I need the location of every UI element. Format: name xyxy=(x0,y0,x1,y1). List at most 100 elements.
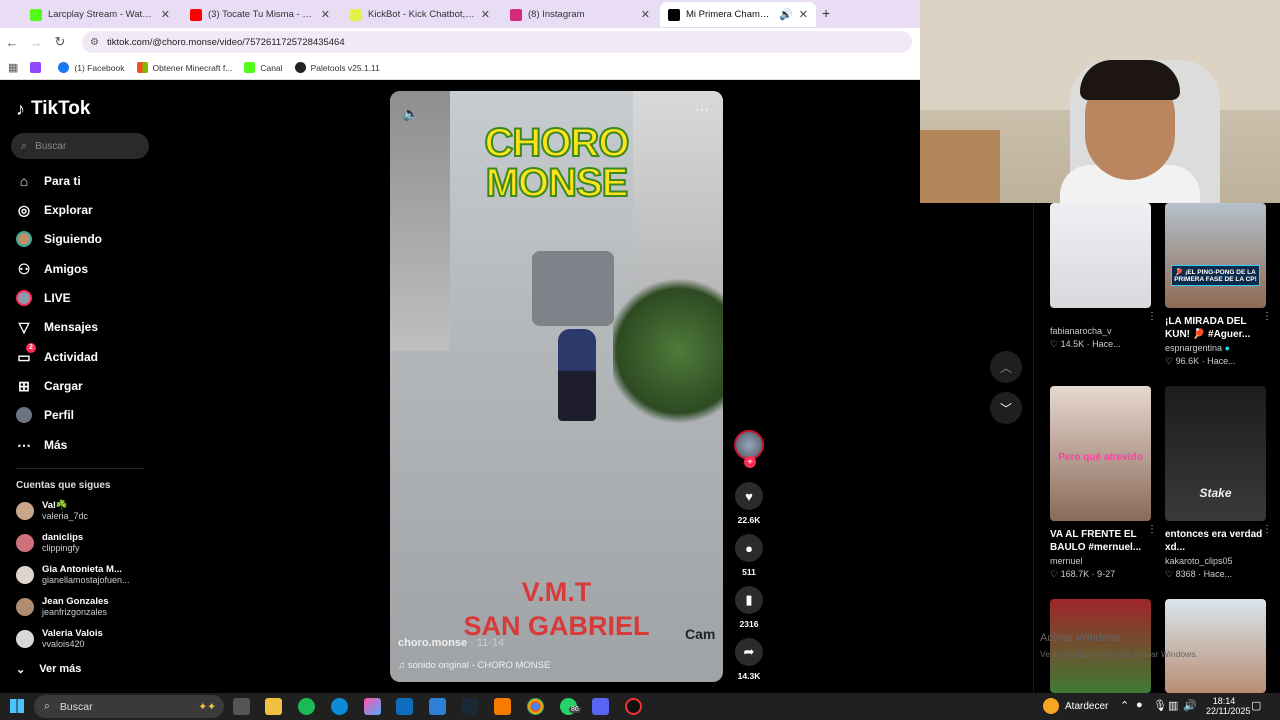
back-button[interactable]: ← xyxy=(0,35,24,50)
video-thumbnail[interactable]: Pero qué atrevido xyxy=(1050,386,1151,521)
save-button[interactable]: ▮ 2316 xyxy=(734,586,764,629)
edge-icon[interactable] xyxy=(331,698,348,715)
video-thumbnail[interactable] xyxy=(1050,203,1151,308)
notifications-icon[interactable]: ▢ xyxy=(1251,699,1261,712)
steam-icon[interactable] xyxy=(461,698,478,715)
forward-button[interactable]: → xyxy=(24,35,48,50)
following-user[interactable]: Val☘️ valeria_7dc xyxy=(16,500,88,521)
apps-icon[interactable]: ▦ xyxy=(8,61,18,74)
obs-icon[interactable] xyxy=(625,698,642,715)
network-icon[interactable]: ▥ xyxy=(1168,699,1178,712)
verified-icon: ● xyxy=(1224,343,1230,353)
tab-instagram[interactable]: (8) Instagram ✕ xyxy=(502,2,658,27)
see-more-button[interactable]: ⌄ Ver más xyxy=(16,663,81,676)
following-user[interactable]: Valeria Valois vvalois420 xyxy=(16,628,103,649)
video-player[interactable]: CHORO MONSE V.M.T SAN GABRIEL Cam 🔈 ⋯ ch… xyxy=(390,91,723,682)
app-icon[interactable] xyxy=(494,698,511,715)
video-stats: ♡ 168.7K · 9-27 xyxy=(1050,569,1116,579)
tray-app-icon[interactable]: ● xyxy=(1136,699,1143,711)
tab-tiktok-active[interactable]: Mi Primera Chamba en San 🔊 ✕ xyxy=(660,2,816,27)
close-icon[interactable]: ✕ xyxy=(481,8,490,21)
spotify-icon[interactable] xyxy=(298,698,315,715)
store-icon[interactable] xyxy=(429,698,446,715)
clock[interactable]: 18:14 22/11/2025 xyxy=(1206,696,1250,716)
task-view-icon[interactable] xyxy=(233,698,250,715)
tiktok-logo[interactable]: ♪ TikTok xyxy=(16,98,90,120)
sidebar-item-perfil[interactable]: Perfil xyxy=(16,407,74,423)
video-scene-van xyxy=(532,251,614,326)
tab-larcplay[interactable]: Larcplay Stream - Watch Live o ✕ xyxy=(22,2,178,27)
suggested-video-card[interactable]: 🏓 ¡EL PING-PONG DE LA PRIMERA FASE DE LA… xyxy=(1165,203,1272,367)
sidebar-item-mas[interactable]: ⋯ Más xyxy=(16,437,67,453)
bookmark-paletools[interactable]: Paletools v25.1.11 xyxy=(294,62,380,73)
video-scene-person xyxy=(558,329,596,421)
more-options-icon[interactable]: ⋮ xyxy=(1147,524,1157,535)
comment-button[interactable]: ● 511 xyxy=(734,534,764,577)
outlook-icon[interactable] xyxy=(396,698,413,715)
close-icon[interactable]: ✕ xyxy=(161,8,170,21)
new-tab-button[interactable]: + xyxy=(822,5,830,21)
tab-youtube[interactable]: (3) Tocate Tu Misma - Bad Bunn ✕ xyxy=(182,2,338,27)
reload-button[interactable]: ↻ xyxy=(48,34,72,50)
previous-video-button[interactable]: ︿ xyxy=(990,351,1022,383)
more-options-icon[interactable]: ⋯ xyxy=(695,101,709,118)
bookmark-twitch[interactable] xyxy=(30,62,46,73)
next-video-button[interactable]: ﹀ xyxy=(990,392,1022,424)
heart-outline-icon: ♡ xyxy=(1165,569,1174,579)
sidebar-item-para-ti[interactable]: ⌂ Para ti xyxy=(16,173,81,189)
video-author[interactable]: choro.monse · 11-14 xyxy=(398,637,504,649)
share-button[interactable]: ➦ 14.3K xyxy=(734,638,764,681)
sidebar-item-mensajes[interactable]: ▽ Mensajes xyxy=(16,319,98,335)
search-input[interactable]: ⌕ Buscar xyxy=(11,133,149,159)
sidebar-item-live[interactable]: LIVE xyxy=(16,290,71,306)
microphone-icon[interactable]: 🎙 xyxy=(1153,699,1167,712)
discord-icon[interactable] xyxy=(592,698,609,715)
upload-icon: ⊞ xyxy=(18,377,30,394)
suggested-video-card[interactable]: Pero qué atrevido ⋮ VA AL FRENTE EL BAUL… xyxy=(1050,386,1157,580)
close-icon[interactable]: ✕ xyxy=(799,8,808,21)
more-options-icon[interactable]: ⋮ xyxy=(1147,311,1157,322)
volume-icon[interactable]: 🔊 xyxy=(1183,699,1197,712)
close-icon[interactable]: ✕ xyxy=(641,8,650,21)
more-options-icon[interactable]: ⋮ xyxy=(1262,524,1272,535)
sidebar-item-siguiendo[interactable]: Siguiendo xyxy=(16,231,102,247)
video-thumbnail[interactable]: Stake xyxy=(1165,386,1266,521)
close-icon[interactable]: ✕ xyxy=(321,8,330,21)
bookmark-facebook[interactable]: (1) Facebook xyxy=(58,62,125,73)
copilot-icon[interactable] xyxy=(364,698,381,715)
chevron-down-icon: ﹀ xyxy=(999,401,1012,416)
video-overlay-line1: V.M.T xyxy=(521,577,592,607)
taskbar-search[interactable]: ⌕ Buscar ✦✦ xyxy=(34,695,224,718)
music-note-icon: ♫ xyxy=(398,660,406,671)
following-user[interactable]: Gia Antonieta M... gianellamostajofuen... xyxy=(16,564,130,585)
address-bar[interactable]: ⚙ tiktok.com/@choro.monse/video/75726117… xyxy=(82,31,912,53)
file-explorer-icon[interactable] xyxy=(265,698,282,715)
tab-kickbot[interactable]: KickBot - Kick Chatbot, Alerts, T ✕ xyxy=(342,2,498,27)
video-stats: ♡ 96.6K · Hace... xyxy=(1165,356,1236,366)
suggested-video-card[interactable]: ⋮ fabianarocha_v ♡ 14.5K · Hace... xyxy=(1050,203,1157,350)
sidebar-item-cargar[interactable]: ⊞ Cargar xyxy=(16,378,83,394)
speaker-icon[interactable]: 🔊 xyxy=(779,8,793,21)
like-button[interactable]: ♥ 22.6K xyxy=(734,482,764,525)
compass-icon: ◎ xyxy=(17,201,31,218)
avatar xyxy=(16,565,34,584)
sidebar-item-actividad[interactable]: ▭ 2 Actividad xyxy=(16,343,98,365)
following-user[interactable]: Jean Gonzales jeanfrizgonzales xyxy=(16,596,109,617)
inbox-icon: ▭ 2 xyxy=(16,343,36,365)
bookmark-canal[interactable]: Canal xyxy=(244,62,283,73)
sidebar-item-amigos[interactable]: ⚇ Amigos xyxy=(16,261,88,277)
video-sound[interactable]: ♫ sonido original - CHORO MONSE xyxy=(398,660,550,671)
browser-toolbar: ← → ↻ ⚙ tiktok.com/@choro.monse/video/75… xyxy=(0,28,920,56)
following-user[interactable]: daniclips clippingfy xyxy=(16,532,83,553)
suggested-video-card[interactable]: Stake ⋮ entonces era verdad xd... kakaro… xyxy=(1165,386,1272,580)
more-options-icon[interactable]: ⋮ xyxy=(1262,311,1272,322)
bookmark-minecraft[interactable]: Obtener Minecraft f... xyxy=(136,62,232,73)
site-info-icon[interactable]: ⚙ xyxy=(90,37,99,48)
windows-start-icon[interactable] xyxy=(10,699,24,713)
sidebar-item-explorar[interactable]: ◎ Explorar xyxy=(16,202,93,218)
tray-chevron-icon[interactable]: ⌃ xyxy=(1120,699,1129,712)
chrome-icon[interactable] xyxy=(527,698,544,715)
follow-plus-button[interactable]: + xyxy=(744,456,756,468)
video-thumbnail[interactable]: 🏓 ¡EL PING-PONG DE LA PRIMERA FASE DE LA… xyxy=(1165,203,1266,308)
volume-icon[interactable]: 🔈 xyxy=(402,105,419,122)
